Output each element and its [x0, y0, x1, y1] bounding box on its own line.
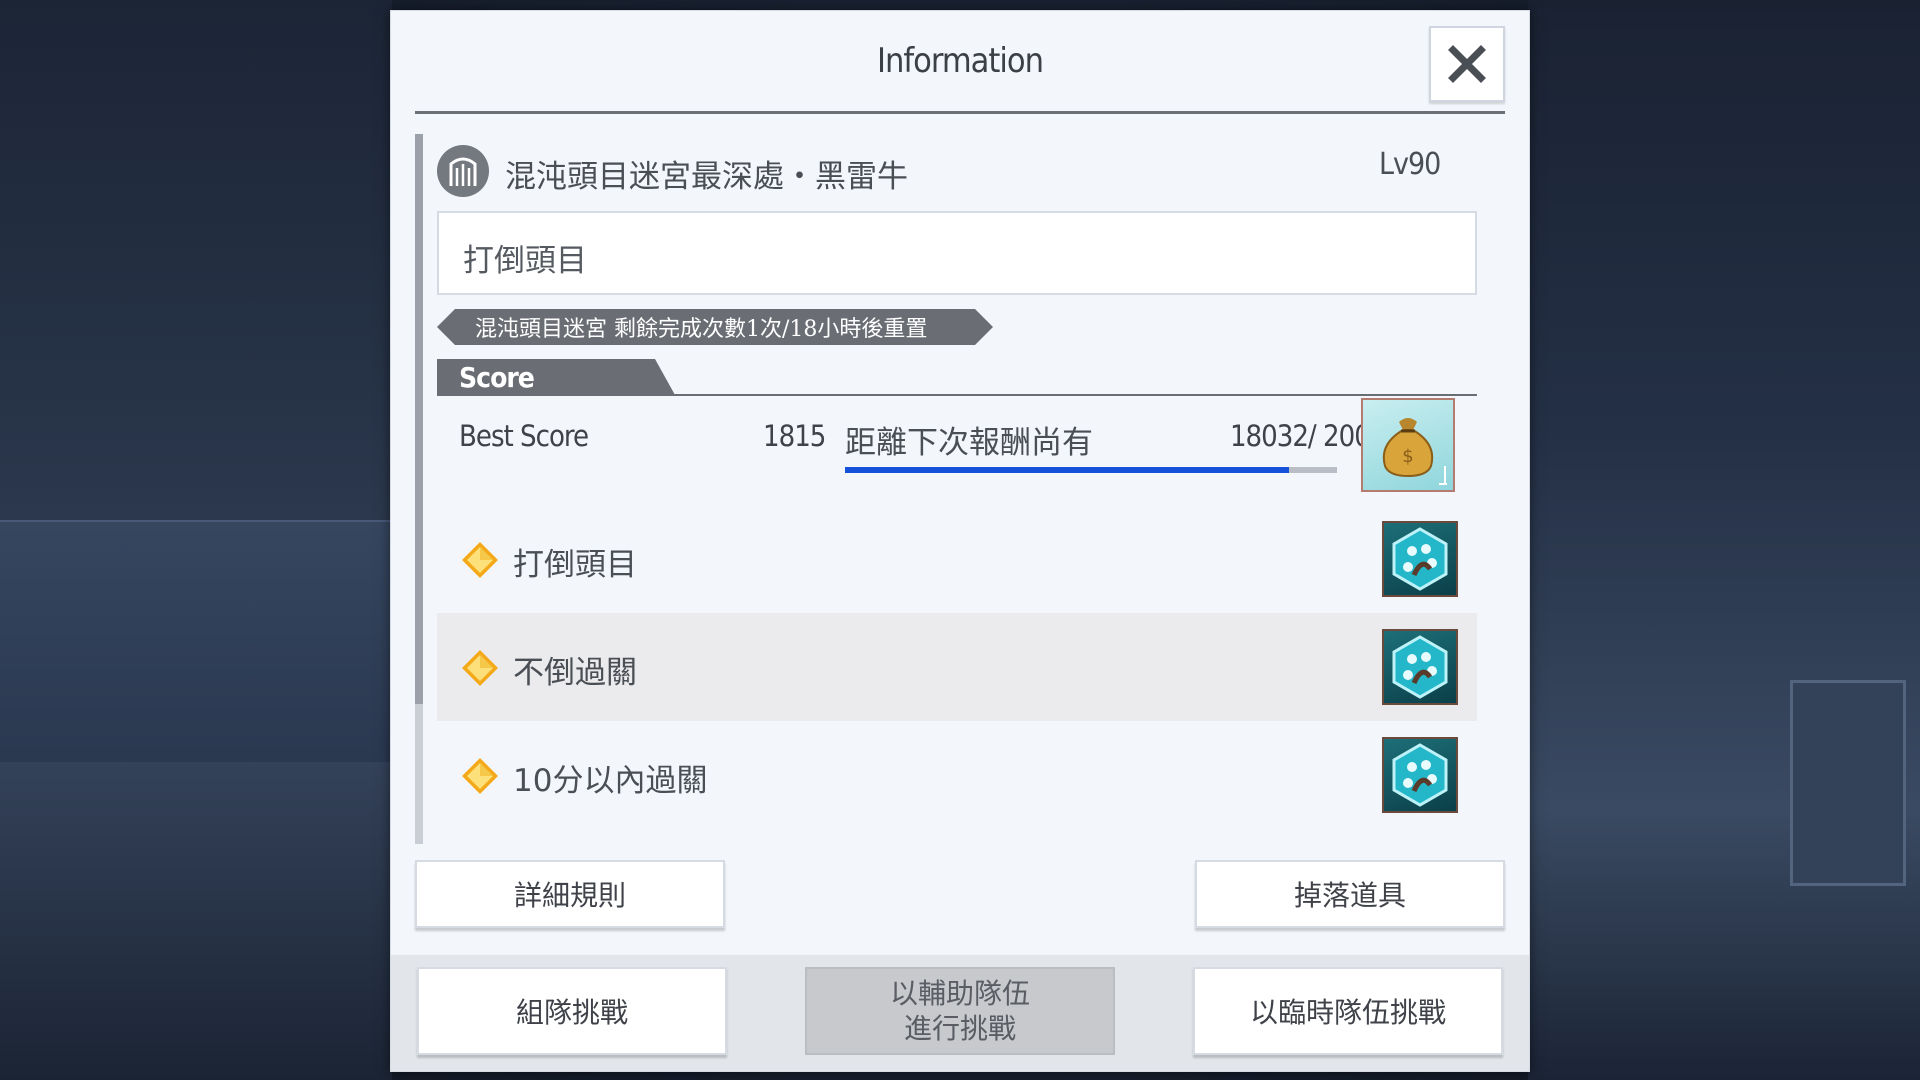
best-score-label: Best Score — [459, 419, 589, 453]
mission-label: 10分以內過關 — [513, 763, 708, 799]
support-party-line2: 進行挑戰 — [903, 1012, 1016, 1045]
objective-text: 打倒頭目 — [463, 243, 587, 279]
background-wall-panel — [1790, 680, 1906, 886]
diamond-icon — [462, 542, 498, 578]
reward-item-slot[interactable]: $ — [1361, 398, 1455, 492]
objective-box: 打倒頭目 — [437, 211, 1477, 295]
mission-row: 不倒過關 — [437, 613, 1477, 721]
mission-label: 不倒過關 — [513, 655, 637, 691]
close-x-icon — [1448, 45, 1486, 83]
score-tab-label: Score — [459, 361, 535, 394]
diamond-icon — [462, 758, 498, 794]
background-stone-ledge — [0, 520, 392, 762]
best-score-value: 1815 — [763, 419, 826, 453]
svg-text:$: $ — [1402, 446, 1413, 467]
title-divider — [415, 111, 1505, 114]
next-reward-label: 距離下次報酬尚有 — [845, 425, 1093, 461]
party-challenge-button[interactable]: 組隊挑戰 — [417, 967, 727, 1055]
reset-notice-banner: 混沌頭目迷宮 剩餘完成次數1次/18小時後重置 — [437, 309, 993, 345]
completion-badge-icon — [1382, 737, 1458, 813]
diamond-icon — [462, 650, 498, 686]
support-party-challenge-button[interactable]: 以輔助隊伍 進行挑戰 — [805, 967, 1115, 1055]
mission-row: 10分以內過關 — [437, 721, 1477, 829]
reward-progress-bar — [845, 467, 1337, 473]
mission-row: 打倒頭目 — [437, 505, 1477, 613]
mission-label: 打倒頭目 — [513, 547, 637, 583]
dungeon-name: 混沌頭目迷宮最深處・黑雷牛 — [505, 159, 908, 195]
support-party-line1: 以輔助隊伍 — [889, 977, 1030, 1010]
dungeon-level: Lv90 — [1379, 147, 1441, 182]
close-button[interactable] — [1429, 26, 1505, 102]
rules-button[interactable]: 詳細規則 — [415, 860, 725, 928]
scrollbar-thumb[interactable] — [415, 134, 423, 704]
score-divider — [437, 394, 1477, 396]
completion-badge-icon — [1382, 629, 1458, 705]
money-bag-icon: $ — [1382, 418, 1447, 485]
information-dialog: Information 混沌頭目迷宮最深處・黑雷牛 Lv90 打倒頭目 混沌頭目… — [390, 10, 1530, 1072]
reward-progress-fill — [845, 467, 1289, 473]
dialog-title: Information — [877, 41, 1044, 81]
reset-notice-text: 混沌頭目迷宮 剩餘完成次數1次/18小時後重置 — [475, 317, 928, 342]
drop-items-button[interactable]: 掉落道具 — [1195, 860, 1505, 928]
completion-badge-icon — [1382, 521, 1458, 597]
dungeon-gate-icon — [437, 145, 489, 197]
temp-party-challenge-button[interactable]: 以臨時隊伍挑戰 — [1193, 967, 1503, 1055]
background-right — [1528, 0, 1920, 1080]
